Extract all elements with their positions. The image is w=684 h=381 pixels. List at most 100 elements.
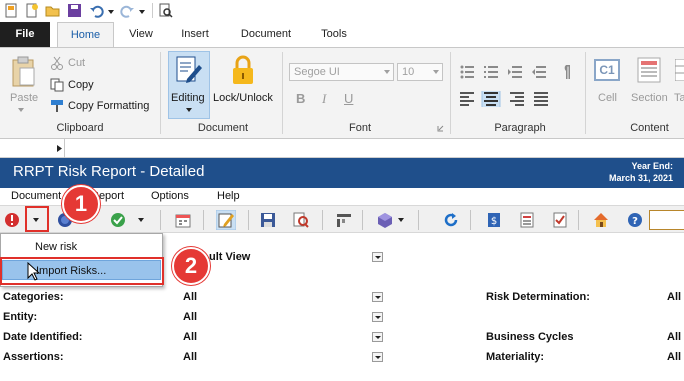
alignment-buttons-icon[interactable] — [460, 91, 552, 107]
risk-determination-label: Risk Determination: — [486, 291, 590, 303]
filter-cube-icon[interactable] — [377, 212, 393, 228]
undo-dropdown-arrow[interactable] — [108, 10, 114, 14]
font-size-select[interactable]: 10 — [397, 63, 443, 81]
svg-text:$: $ — [491, 216, 497, 227]
refresh-icon[interactable] — [443, 212, 459, 228]
paste-label[interactable]: Paste — [10, 92, 38, 104]
chevron-down-icon — [433, 70, 439, 74]
content-group-label: Content — [630, 122, 669, 134]
cut-icon[interactable] — [50, 56, 64, 70]
year-end-label: Year End: — [631, 161, 673, 171]
menu-help[interactable]: Help — [217, 190, 240, 202]
report-menu-bar: Document Report Options Help — [0, 188, 684, 205]
undo-icon[interactable] — [89, 3, 104, 18]
font-dialog-launcher-icon[interactable] — [437, 125, 444, 132]
table-label[interactable]: Ta — [674, 92, 684, 104]
underline-button[interactable]: U — [344, 91, 353, 106]
ribbon: Paste Cut Copy Copy Formatting Clipboard… — [0, 47, 684, 139]
checklist-icon[interactable] — [552, 212, 568, 228]
cell-icon[interactable]: C1 — [594, 59, 620, 81]
copy-icon[interactable] — [50, 78, 64, 92]
section-label[interactable]: Section — [631, 92, 668, 104]
redo-dropdown-arrow[interactable] — [139, 10, 145, 14]
toolbar-search-input[interactable] — [649, 210, 684, 230]
filter-dropdown-arrow[interactable] — [398, 218, 404, 222]
tab-view[interactable]: View — [120, 22, 162, 47]
toolbar-separator — [160, 210, 161, 230]
lock-unlock-label[interactable]: Lock/Unlock — [213, 92, 273, 104]
font-group-label: Font — [348, 122, 371, 134]
menu-document[interactable]: Document — [11, 190, 61, 202]
toolbar-separator — [362, 210, 363, 230]
column-settings-icon[interactable] — [336, 212, 352, 228]
tab-insert[interactable]: Insert — [170, 22, 220, 47]
business-cycles-value: All — [667, 331, 682, 343]
lock-icon — [233, 55, 253, 84]
currency-icon[interactable]: $ — [486, 212, 502, 228]
italic-button[interactable]: I — [322, 91, 326, 107]
tab-home[interactable]: Home — [57, 22, 114, 48]
view-label: ult View — [209, 251, 251, 263]
chevron-right-icon[interactable] — [56, 144, 63, 153]
paste-icon[interactable] — [10, 56, 36, 88]
entity-dropdown-button[interactable] — [372, 312, 383, 322]
categories-value: All — [183, 291, 198, 303]
view-dropdown-button[interactable] — [372, 252, 383, 262]
table-icon[interactable] — [675, 59, 684, 81]
date-identified-dropdown-button[interactable] — [372, 332, 383, 342]
approve-dropdown-arrow[interactable] — [138, 218, 144, 222]
assertions-label: Assertions: — [3, 351, 64, 363]
cell-label[interactable]: Cell — [598, 92, 617, 104]
tab-document[interactable]: Document — [230, 22, 302, 47]
new-document-icon[interactable] — [24, 3, 39, 18]
chevron-down-icon — [384, 70, 390, 74]
cut-label[interactable]: Cut — [68, 57, 85, 69]
copy-formatting-label[interactable]: Copy Formatting — [68, 100, 149, 112]
editing-label[interactable]: Editing — [171, 92, 205, 104]
step-1-badge: 1 — [62, 185, 100, 223]
svg-text:?: ? — [632, 216, 638, 227]
help-icon[interactable]: ? — [627, 212, 643, 228]
open-folder-icon[interactable] — [45, 3, 60, 18]
list-buttons-icon[interactable] — [460, 64, 580, 80]
edit-report-icon[interactable] — [216, 210, 236, 230]
search-document-icon[interactable] — [293, 212, 309, 228]
copy-formatting-icon[interactable] — [50, 99, 64, 113]
font-family-select[interactable]: Segoe UI — [289, 63, 394, 81]
copy-label[interactable]: Copy — [68, 79, 94, 91]
step-2-badge: 2 — [172, 247, 210, 285]
qat-divider — [152, 3, 153, 18]
approve-check-icon[interactable] — [110, 212, 126, 228]
section-icon[interactable] — [636, 57, 664, 83]
report-toolbar: $ ? — [0, 205, 684, 233]
save-report-icon[interactable] — [260, 212, 276, 228]
assertions-dropdown-button[interactable] — [372, 352, 383, 362]
redo-icon[interactable] — [120, 3, 135, 18]
toolbar-separator — [322, 210, 323, 230]
menu-options[interactable]: Options — [151, 190, 189, 202]
calendar-icon[interactable] — [175, 212, 191, 228]
tab-tools[interactable]: Tools — [310, 22, 358, 47]
ribbon-divider — [585, 52, 586, 134]
home-icon[interactable] — [593, 212, 609, 228]
materiality-label: Materiality: — [486, 351, 545, 363]
font-family-value: Segoe UI — [294, 66, 340, 78]
risk-determination-value: All — [667, 291, 682, 303]
risk-alert-icon[interactable] — [4, 212, 20, 228]
annotation-highlight-dropdown-arrow — [25, 206, 49, 232]
print-preview-icon[interactable] — [158, 3, 173, 18]
ribbon-divider — [160, 52, 161, 134]
paste-dropdown-arrow[interactable] — [18, 108, 24, 112]
toolbar-separator — [578, 210, 579, 230]
categories-dropdown-button[interactable] — [372, 292, 383, 302]
bold-button[interactable]: B — [296, 91, 305, 106]
assertions-value: All — [183, 351, 198, 363]
menu-item-new-risk[interactable]: New risk — [2, 237, 161, 257]
editing-dropdown-arrow[interactable] — [186, 108, 192, 112]
save-icon[interactable] — [67, 3, 82, 18]
ribbon-divider — [450, 52, 451, 134]
ribbon-collapse-strip — [0, 139, 684, 158]
document-list-icon[interactable] — [519, 212, 535, 228]
report-header: RRPT Risk Report - Detailed Year End: Ma… — [0, 158, 684, 188]
tab-file[interactable]: File — [0, 22, 50, 47]
